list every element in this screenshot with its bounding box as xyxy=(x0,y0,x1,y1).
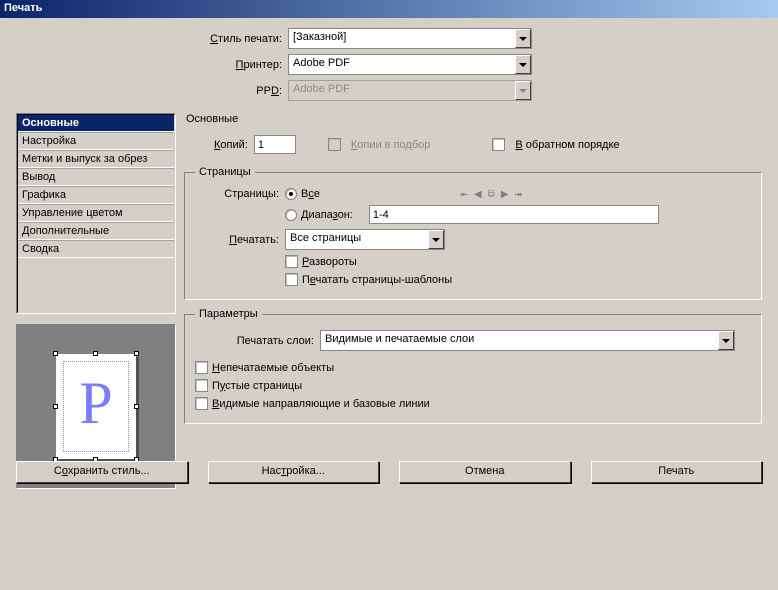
sidebar-item-0[interactable]: Основные xyxy=(18,115,174,132)
spreads-checkbox[interactable] xyxy=(285,255,298,268)
handle-icon xyxy=(53,404,58,409)
printer-value: Adobe PDF xyxy=(289,55,515,74)
chevron-down-icon[interactable] xyxy=(428,230,444,249)
style-label: ССтиль печати:тиль печати: xyxy=(16,33,288,45)
top-fields: ССтиль печати:тиль печати: [Заказной] Пр… xyxy=(16,28,762,101)
pages-all-radio[interactable] xyxy=(285,188,297,200)
blank-label: Пустые страницы xyxy=(212,380,302,392)
blank-checkbox[interactable] xyxy=(195,379,208,392)
next-page-icon[interactable]: ▶ xyxy=(501,189,509,200)
pages-range-radio[interactable] xyxy=(285,209,297,221)
pages-range-label: Диапазон: xyxy=(301,209,353,221)
sidebar-item-5[interactable]: Управление цветом xyxy=(18,204,174,222)
chevron-down-icon xyxy=(515,81,531,100)
copies-label: Копий: xyxy=(214,139,248,151)
pages-legend: Страницы xyxy=(195,166,255,178)
handle-icon xyxy=(53,351,58,356)
spread-icon[interactable]: ⧉ xyxy=(488,189,495,200)
pages-label: Страницы: xyxy=(195,188,285,200)
sidebar-item-4[interactable]: Графика xyxy=(18,186,174,204)
params-group: Параметры Печатать слои: Видимые и печат… xyxy=(184,308,762,424)
sidebar-empty xyxy=(18,258,174,312)
master-checkbox[interactable] xyxy=(285,273,298,286)
cancel-button[interactable]: Отмена xyxy=(399,461,571,483)
printer-dropdown[interactable]: Adobe PDF xyxy=(288,54,532,75)
pages-all-label: Все xyxy=(301,188,320,200)
chevron-down-icon[interactable] xyxy=(718,331,734,350)
params-legend: Параметры xyxy=(195,308,262,320)
printer-label: Принтер: xyxy=(16,59,288,71)
prev-page-icon[interactable]: ◀ xyxy=(474,189,482,200)
reverse-label: В обратном порядке xyxy=(515,139,619,151)
setup-button[interactable]: Настройка... xyxy=(208,461,380,483)
last-page-icon[interactable]: ⯮ xyxy=(515,189,523,200)
guides-checkbox[interactable] xyxy=(195,397,208,410)
save-style-button[interactable]: Сохранить стиль... xyxy=(16,461,188,483)
sidebar-item-1[interactable]: Настройка xyxy=(18,132,174,150)
window-title: Печать xyxy=(4,2,42,14)
section-title: Основные xyxy=(186,113,762,125)
collate-checkbox xyxy=(328,138,341,151)
sidebar-item-6[interactable]: Дополнительные xyxy=(18,222,174,240)
handle-icon xyxy=(93,351,98,356)
client-area: ССтиль печати:тиль печати: [Заказной] Пр… xyxy=(0,18,778,499)
chevron-down-icon[interactable] xyxy=(515,55,531,74)
preview-letter: P xyxy=(79,369,112,438)
print-dialog: Печать ССтиль печати:тиль печати: [Заказ… xyxy=(0,0,778,590)
sidebar: ОсновныеНастройкаМетки и выпуск за обрез… xyxy=(16,113,176,314)
pages-select-value: Все страницы xyxy=(286,230,428,249)
layers-dropdown[interactable]: Видимые и печатаемые слои xyxy=(320,330,735,351)
sidebar-item-7[interactable]: Сводка xyxy=(18,240,174,258)
ppd-dropdown: Adobe PDF xyxy=(288,80,532,101)
style-value: [Заказной] xyxy=(289,29,515,48)
style-dropdown[interactable]: [Заказной] xyxy=(288,28,532,49)
layers-label: Печатать слои: xyxy=(195,335,320,347)
handle-icon xyxy=(134,404,139,409)
first-page-icon[interactable]: ⯬ xyxy=(460,189,468,200)
reverse-checkbox[interactable] xyxy=(492,138,505,151)
ppd-label: PPD: xyxy=(16,85,288,97)
title-bar: Печать xyxy=(0,0,778,18)
sidebar-item-3[interactable]: Вывод xyxy=(18,168,174,186)
layers-value: Видимые и печатаемые слои xyxy=(321,331,718,350)
range-input[interactable] xyxy=(369,205,659,224)
copies-input[interactable] xyxy=(254,135,296,154)
print-what-label: Печатать: xyxy=(195,234,285,246)
pages-select-dropdown[interactable]: Все страницы xyxy=(285,229,445,250)
sidebar-item-2[interactable]: Метки и выпуск за обрез xyxy=(18,150,174,168)
pages-group: Страницы Страницы: Все ⯬ ◀ ⧉ ▶ ⯮ xyxy=(184,166,762,300)
preview-page: P xyxy=(56,354,136,459)
chevron-down-icon[interactable] xyxy=(515,29,531,48)
guides-label: Видимые направляющие и базовые линии xyxy=(212,398,430,410)
print-button[interactable]: Печать xyxy=(591,461,763,483)
nonprint-checkbox[interactable] xyxy=(195,361,208,374)
ppd-value: Adobe PDF xyxy=(289,81,515,100)
collate-label: Копии в подбор xyxy=(351,139,431,151)
handle-icon xyxy=(134,351,139,356)
page-nav-icons: ⯬ ◀ ⧉ ▶ ⯮ xyxy=(460,189,523,200)
nonprint-label: Непечатаемые объекты xyxy=(212,362,334,374)
spreads-label: Развороты xyxy=(302,256,357,268)
master-label: Печатать страницы-шаблоны xyxy=(302,274,452,286)
